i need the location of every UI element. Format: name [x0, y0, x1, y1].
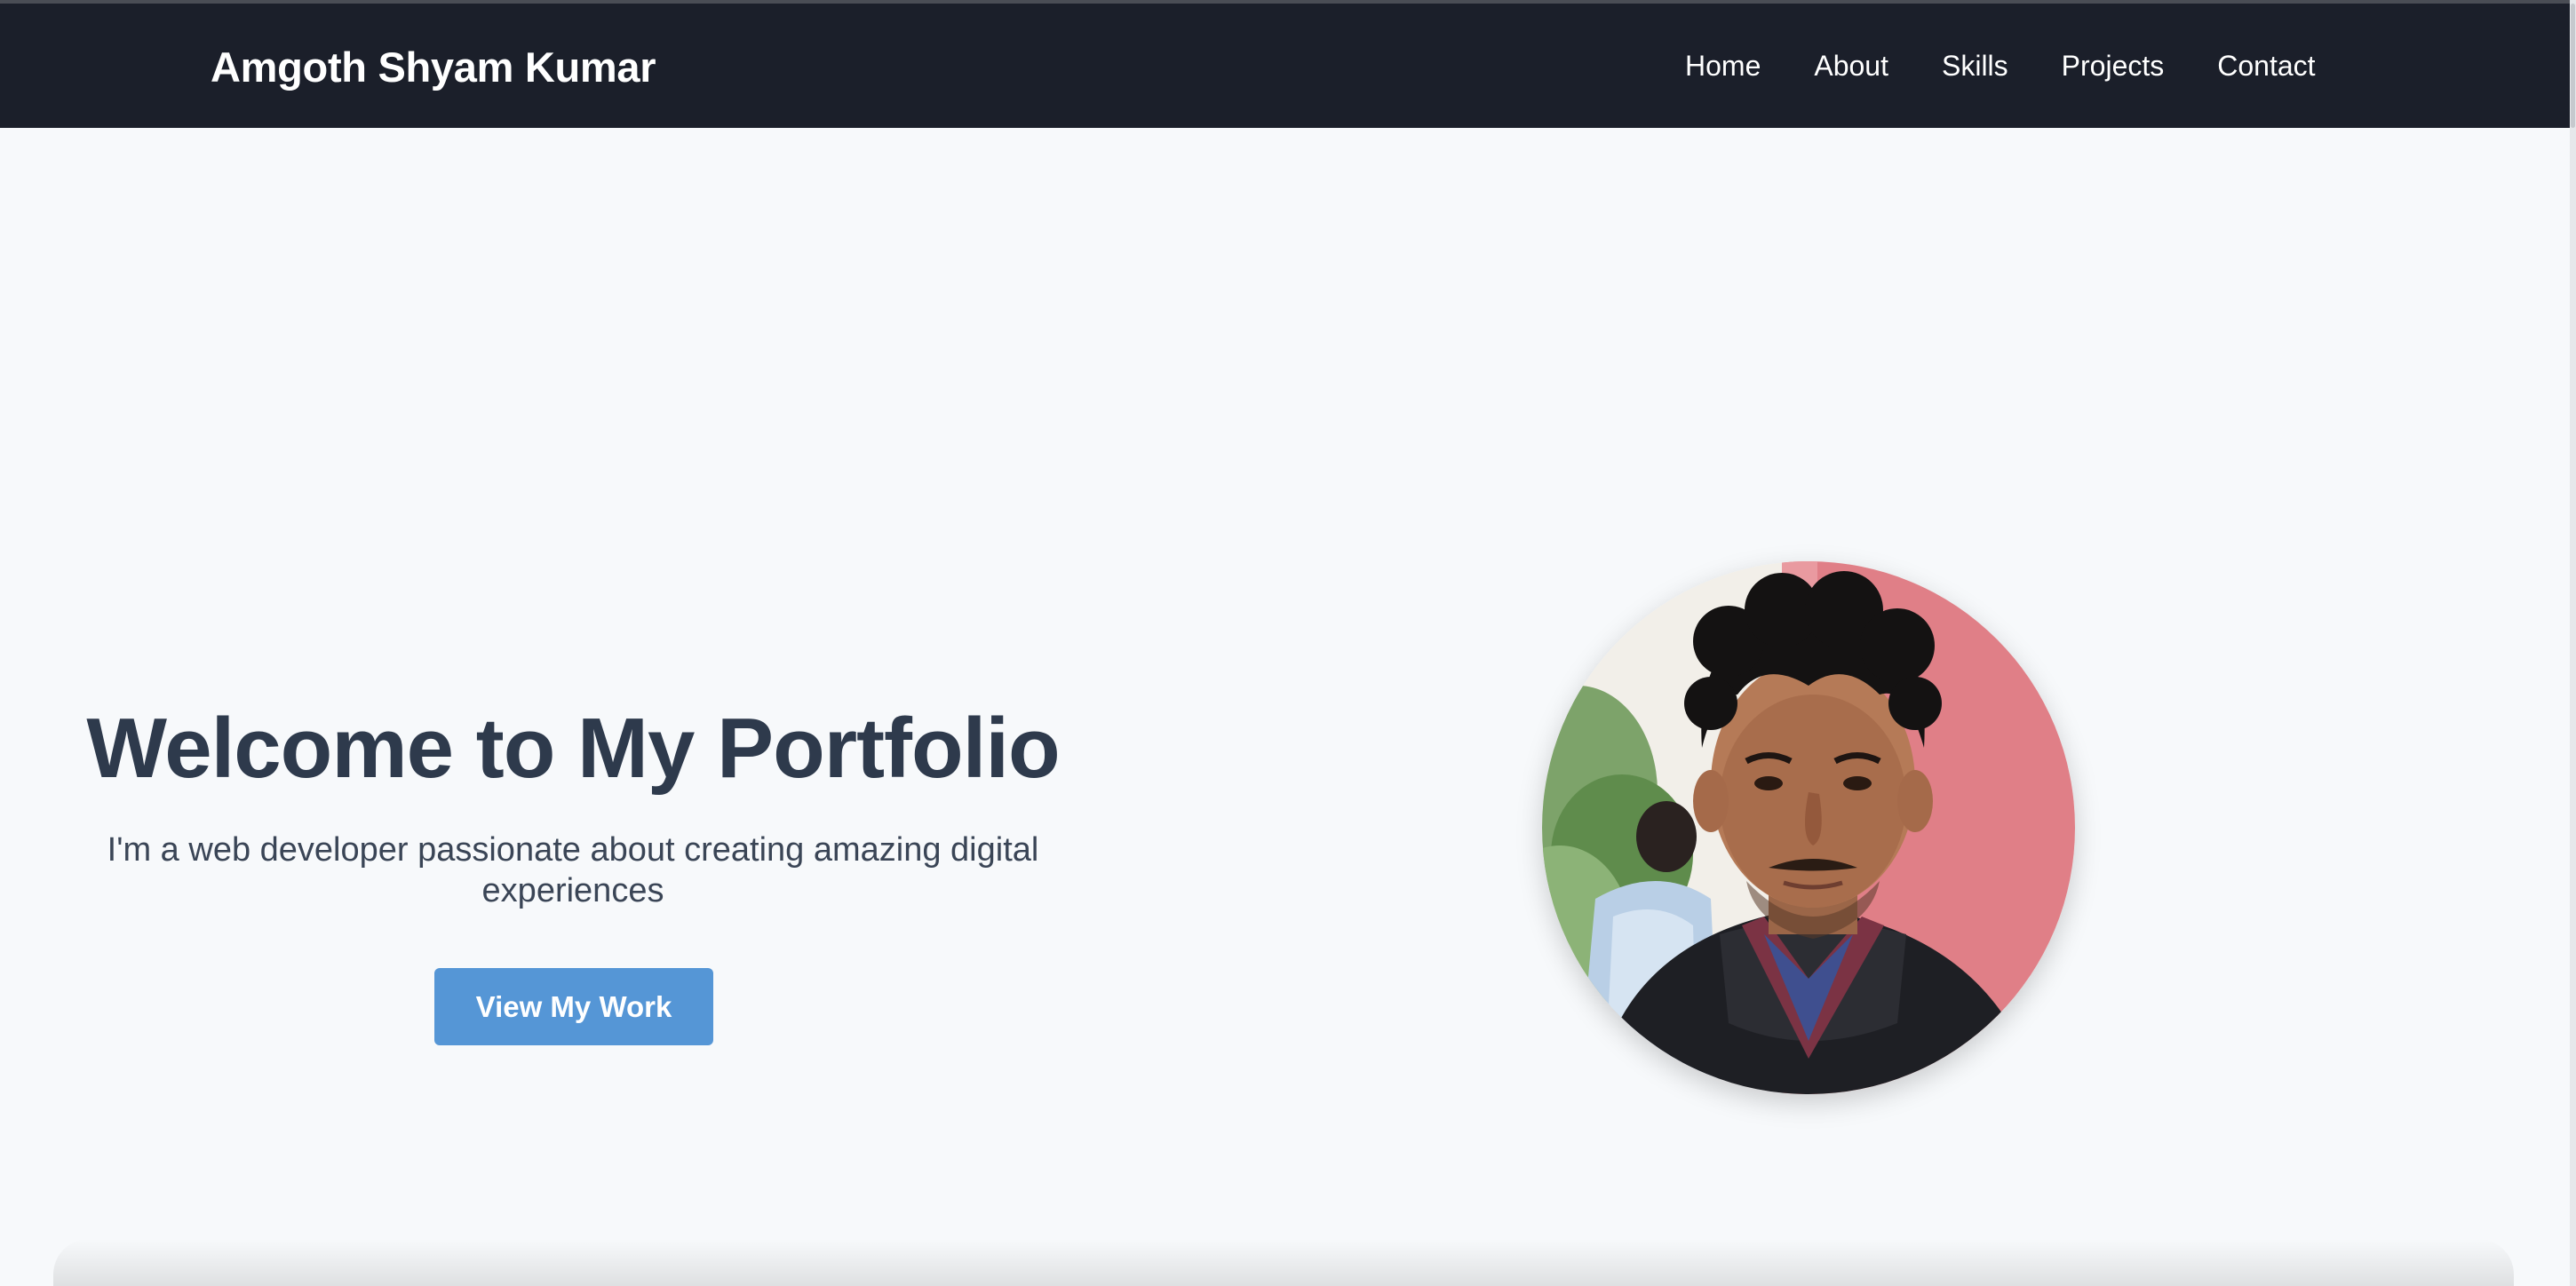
navbar: Amgoth Shyam Kumar Home About Skills Pro… [0, 4, 2570, 128]
hero-title: Welcome to My Portfolio [86, 701, 1060, 796]
profile-photo [1542, 561, 2075, 1094]
vertical-scrollbar[interactable] [2570, 0, 2576, 1286]
portfolio-page: Amgoth Shyam Kumar Home About Skills Pro… [0, 0, 2576, 1286]
nav-link-projects[interactable]: Projects [2062, 50, 2165, 83]
nav-link-about[interactable]: About [1814, 50, 1888, 83]
nav-link-skills[interactable]: Skills [1942, 50, 2008, 83]
hero-subtitle: I'm a web developer passionate about cre… [107, 831, 1039, 909]
nav-link-home[interactable]: Home [1685, 50, 1761, 83]
scrollbar-thumb[interactable] [2571, 4, 2575, 128]
nav-link-contact[interactable]: Contact [2217, 50, 2315, 83]
view-my-work-button[interactable]: View My Work [434, 968, 713, 1045]
nav-links: Home About Skills Projects Contact [1685, 50, 2316, 83]
next-section-edge [53, 1239, 2514, 1286]
brand-name[interactable]: Amgoth Shyam Kumar [211, 43, 656, 91]
